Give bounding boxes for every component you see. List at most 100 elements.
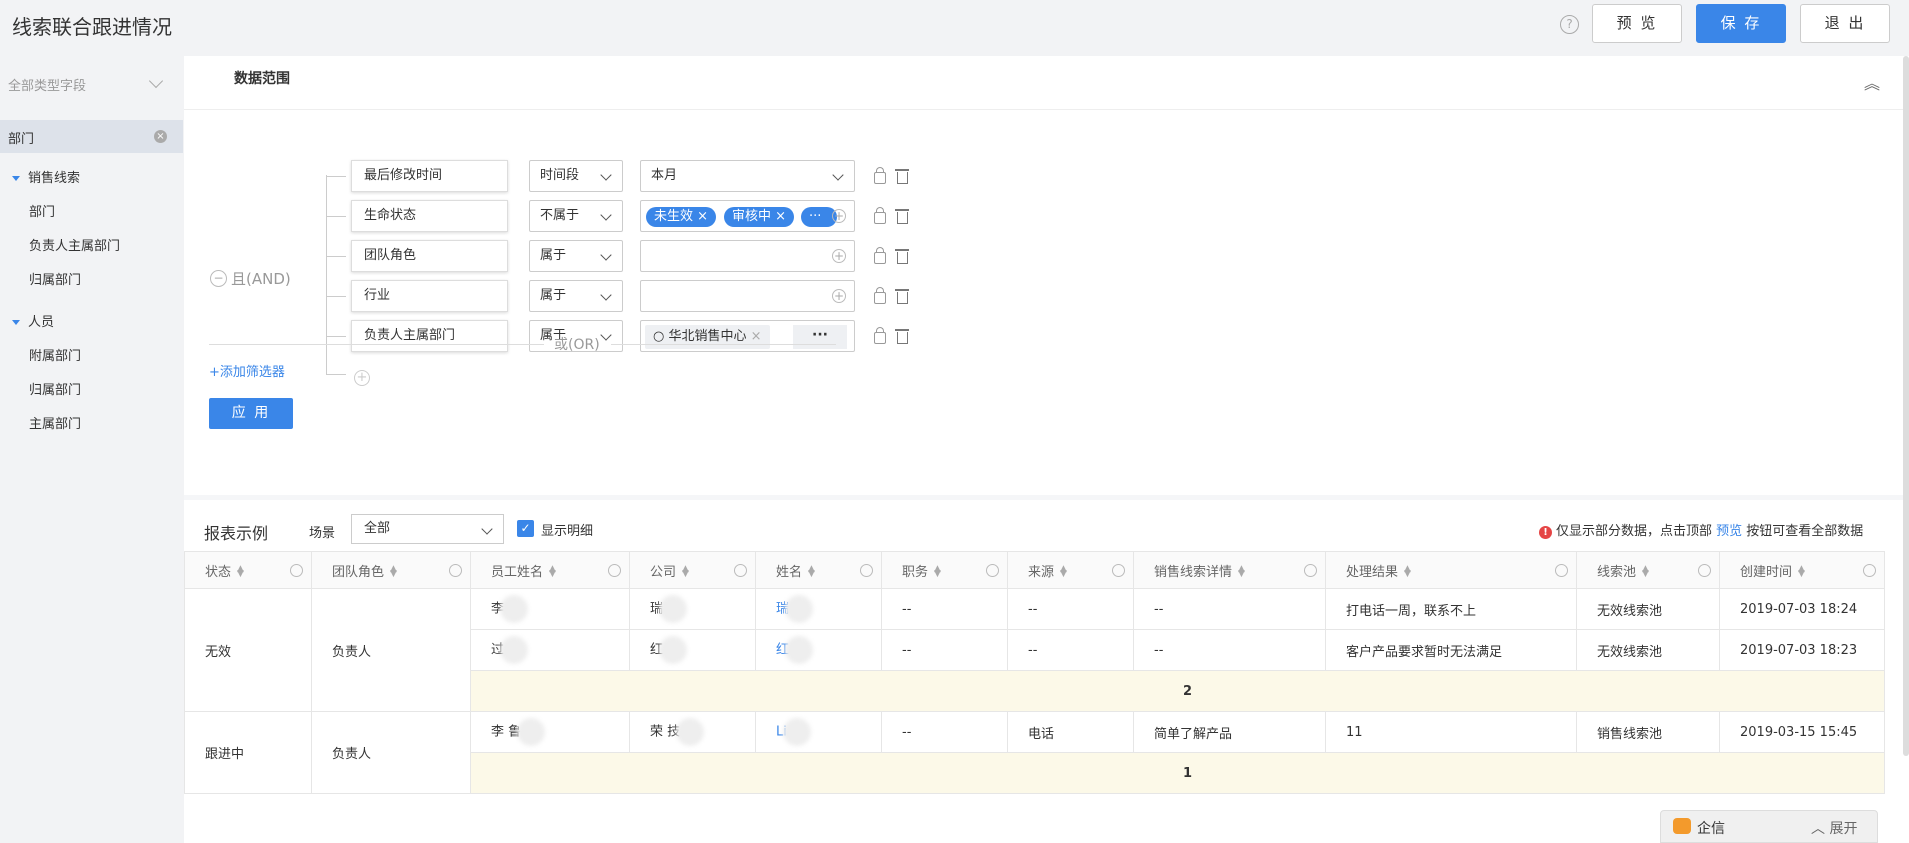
status-cell: 无效	[184, 588, 312, 712]
filter-operator[interactable]: 属于	[529, 280, 623, 312]
sidebar-item[interactable]: 归属部门	[29, 269, 81, 288]
filter-field[interactable]: 最后修改时间	[351, 160, 508, 192]
filter-field[interactable]: 团队角色	[351, 240, 508, 272]
show-detail-checkbox[interactable]: ✓	[517, 520, 534, 537]
column-header[interactable]: 创建时间 ▲ ▼	[1719, 551, 1885, 589]
filter-icon[interactable]	[1863, 564, 1876, 577]
chat-widget[interactable]: 企信 ︿ 展开	[1660, 810, 1878, 843]
filter-value[interactable]: ○ 华北销售中心 × ···	[640, 320, 855, 352]
trash-icon[interactable]	[895, 169, 909, 184]
column-header[interactable]: 职务 ▲ ▼	[881, 551, 1008, 589]
add-filter-link[interactable]: +添加筛选器	[209, 361, 285, 380]
name-cell[interactable]: Li	[755, 711, 882, 753]
filter-icon[interactable]	[1698, 564, 1711, 577]
column-header[interactable]: 姓名 ▲ ▼	[755, 551, 882, 589]
preview-button[interactable]: 预 览	[1592, 4, 1682, 43]
close-icon[interactable]: ×	[154, 130, 167, 143]
filter-icon[interactable]	[1304, 564, 1317, 577]
save-button[interactable]: 保 存	[1696, 4, 1786, 43]
filter-icon[interactable]	[860, 564, 873, 577]
expand-button[interactable]: ︿ 展开	[1811, 818, 1857, 838]
sort-icon[interactable]: ▲ ▼	[1238, 565, 1245, 579]
filter-value[interactable]: 本月	[640, 160, 855, 192]
filter-operator[interactable]: 时间段	[529, 160, 623, 192]
plus-icon[interactable]: +	[832, 249, 846, 263]
lock-icon[interactable]	[874, 167, 886, 184]
sidebar-item[interactable]: 主属部门	[29, 413, 81, 432]
column-header[interactable]: 来源 ▲ ▼	[1007, 551, 1134, 589]
sidebar-group-personnel[interactable]: 人员	[12, 311, 54, 330]
sort-icon[interactable]: ▲ ▼	[1404, 565, 1411, 579]
filter-value[interactable]: +	[640, 240, 855, 272]
chevron-down-icon[interactable]	[148, 73, 164, 89]
scene-select[interactable]: 全部	[351, 514, 504, 544]
filter-operator[interactable]: 不属于	[529, 200, 623, 232]
chevron-down-icon	[832, 169, 844, 181]
filter-icon[interactable]	[986, 564, 999, 577]
collapse-icon[interactable]: ︽	[1864, 70, 1880, 94]
filter-value[interactable]: 未生效 × 审核中 × ··· +	[640, 200, 855, 232]
and-logic-label[interactable]: 且(AND)	[231, 268, 291, 289]
sort-icon[interactable]: ▲ ▼	[1798, 565, 1805, 579]
lock-icon[interactable]	[874, 247, 886, 264]
sort-icon[interactable]: ▲ ▼	[934, 565, 941, 579]
plus-icon[interactable]: +	[832, 289, 846, 303]
column-header[interactable]: 线索池 ▲ ▼	[1576, 551, 1720, 589]
filter-field[interactable]: 负责人主属部门	[351, 320, 508, 352]
department-tag[interactable]: ○ 华北销售中心 ×	[645, 325, 770, 349]
filter-icon[interactable]	[449, 564, 462, 577]
minus-icon[interactable]: −	[210, 270, 227, 287]
preview-link[interactable]: 预览	[1716, 524, 1742, 539]
sort-icon[interactable]: ▲ ▼	[549, 565, 556, 579]
sort-icon[interactable]: ▲ ▼	[808, 565, 815, 579]
trash-icon[interactable]	[895, 209, 909, 224]
column-header[interactable]: 销售线索详情 ▲ ▼	[1133, 551, 1326, 589]
name-cell[interactable]: 红	[755, 629, 882, 671]
filter-field[interactable]: 生命状态	[351, 200, 508, 232]
filter-icon[interactable]	[290, 564, 303, 577]
filter-operator[interactable]: 属于	[529, 240, 623, 272]
filter-field[interactable]: 行业	[351, 280, 508, 312]
lock-icon[interactable]	[874, 327, 886, 344]
filter-icon[interactable]	[1112, 564, 1125, 577]
plus-icon[interactable]: +	[832, 209, 846, 223]
sort-icon[interactable]: ▲ ▼	[1060, 565, 1067, 579]
filter-value[interactable]: +	[640, 280, 855, 312]
status-tag[interactable]: 未生效 ×	[646, 207, 717, 227]
column-header[interactable]: 公司 ▲ ▼	[629, 551, 756, 589]
sidebar-item[interactable]: 归属部门	[29, 379, 81, 398]
sort-icon[interactable]: ▲ ▼	[390, 565, 397, 579]
close-icon[interactable]: ×	[751, 329, 762, 344]
lock-icon[interactable]	[874, 287, 886, 304]
column-header[interactable]: 员工姓名 ▲ ▼	[470, 551, 630, 589]
column-header[interactable]: 团队角色 ▲ ▼	[311, 551, 471, 589]
sidebar-active-item[interactable]: 部门 ×	[0, 120, 183, 153]
sort-icon[interactable]: ▲ ▼	[682, 565, 689, 579]
more-button[interactable]: ···	[793, 325, 847, 349]
sidebar-item[interactable]: 负责人主属部门	[29, 235, 120, 254]
help-icon[interactable]: ?	[1560, 15, 1579, 34]
name-cell[interactable]: 瑞	[755, 588, 882, 630]
status-tag[interactable]: 审核中 ×	[724, 207, 795, 227]
column-header[interactable]: 状态 ▲ ▼	[184, 551, 312, 589]
sidebar-item[interactable]: 部门	[29, 201, 55, 220]
column-header[interactable]: 处理结果 ▲ ▼	[1325, 551, 1577, 589]
sidebar-group-sales-lead[interactable]: 销售线索	[12, 167, 80, 186]
show-detail-label[interactable]: 显示明细	[541, 520, 593, 539]
filter-icon[interactable]	[608, 564, 621, 577]
sidebar-item[interactable]: 附属部门	[29, 345, 81, 364]
sort-icon[interactable]: ▲ ▼	[237, 565, 244, 579]
apply-button[interactable]: 应 用	[209, 398, 293, 429]
trash-icon[interactable]	[895, 289, 909, 304]
scrollbar[interactable]	[1903, 56, 1909, 756]
exit-button[interactable]: 退 出	[1800, 4, 1890, 43]
trash-icon[interactable]	[895, 329, 909, 344]
lock-icon[interactable]	[874, 207, 886, 224]
filter-icon[interactable]	[734, 564, 747, 577]
filter-icon[interactable]	[1555, 564, 1568, 577]
sort-icon[interactable]: ▲ ▼	[1642, 565, 1649, 579]
add-condition-icon[interactable]: +	[354, 370, 370, 386]
field-type-select[interactable]: 全部类型字段	[8, 75, 86, 94]
or-logic-label[interactable]: 或(OR)	[554, 334, 600, 354]
trash-icon[interactable]	[895, 249, 909, 264]
